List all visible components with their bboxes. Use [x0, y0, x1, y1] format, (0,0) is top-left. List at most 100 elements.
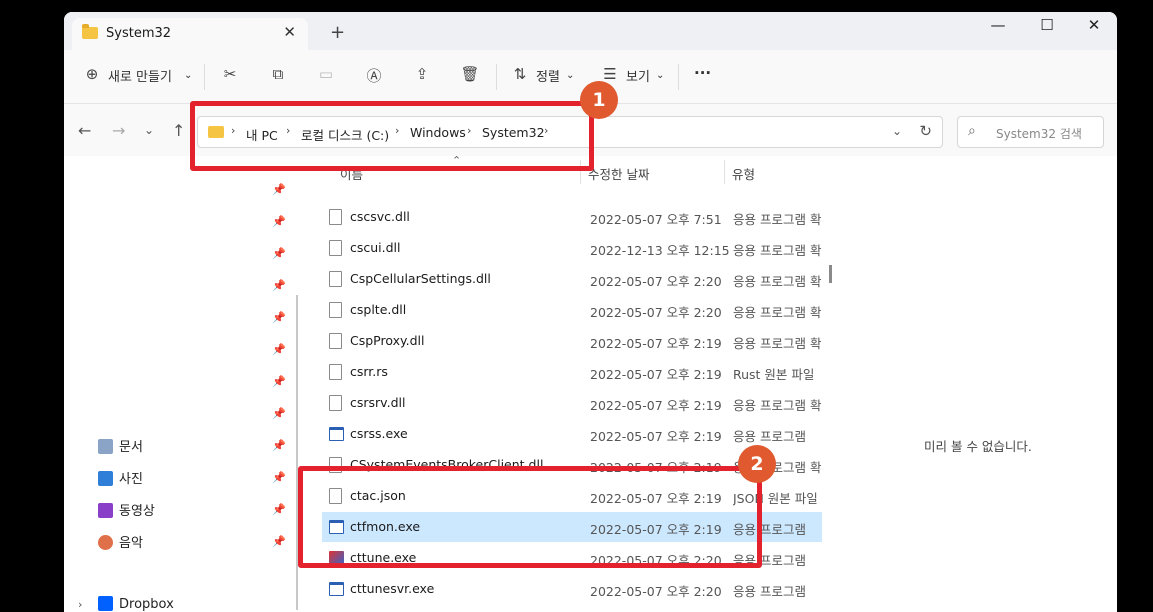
- pin-icon[interactable]: 📌: [272, 247, 286, 260]
- navigation-pane: 📌 📌 📌 📌 📌 📌 📌 📌 📌 📌 📌 📌 문서 사진 동영상 음악 › D…: [64, 156, 298, 612]
- file-row[interactable]: cttunesvr.exe 2022-05-07 오후 2:20 응용 프로그램: [322, 574, 822, 604]
- column-type[interactable]: 유형: [732, 164, 755, 183]
- column-date[interactable]: 수정한 날짜: [588, 164, 649, 183]
- pin-icon[interactable]: 📌: [272, 407, 286, 420]
- file-row[interactable]: csrr.rs 2022-05-07 오후 2:19 Rust 원본 파일: [322, 357, 822, 387]
- sidebar-item-label: 사진: [119, 472, 143, 487]
- copy-icon[interactable]: ⧉: [268, 65, 288, 85]
- file-row[interactable]: csrsrv.dll 2022-05-07 오후 2:19 응용 프로그램 확: [322, 388, 822, 418]
- file-type: 응용 프로그램 확: [733, 305, 822, 320]
- file-row[interactable]: CspProxy.dll 2022-05-07 오후 2:19 응용 프로그램 확: [322, 326, 822, 356]
- file-date: 2022-12-13 오후 12:15: [590, 243, 730, 258]
- chevron-down-icon[interactable]: ⌄: [566, 70, 574, 81]
- folder-icon: [82, 24, 98, 39]
- pin-icon[interactable]: 📌: [272, 503, 286, 516]
- sidebar-item-pictures[interactable]: 사진: [98, 468, 143, 487]
- tab-system32[interactable]: System32 ✕: [72, 18, 308, 50]
- file-row[interactable]: CspCellularSettings.dll 2022-05-07 오후 2:2…: [322, 264, 822, 294]
- file-list-scrollbar[interactable]: [829, 265, 832, 283]
- step-badge-2: 2: [738, 445, 776, 483]
- dll-file-icon: [329, 395, 342, 411]
- sidebar-item-dropbox[interactable]: Dropbox: [98, 596, 174, 612]
- sidebar-item-label: 문서: [119, 440, 143, 455]
- preview-empty-message: 미리 볼 수 없습니다.: [924, 439, 1032, 454]
- file-name: cscsvc.dll: [350, 209, 410, 224]
- back-arrow-icon[interactable]: ←: [78, 121, 91, 140]
- file-type: 응용 프로그램 확: [733, 243, 822, 258]
- file-date: 2022-05-07 오후 2:19: [590, 367, 722, 382]
- search-icon: ⌕: [968, 123, 976, 139]
- column-divider[interactable]: [724, 160, 725, 184]
- file-type: Rust 원본 파일: [733, 367, 815, 382]
- file-name: csrsrv.dll: [350, 395, 406, 410]
- dll-file-icon: [329, 240, 342, 256]
- expand-chevron-icon[interactable]: ›: [78, 598, 82, 611]
- file-date: 2022-05-07 오후 2:19: [590, 336, 722, 351]
- sidebar-item-label: Dropbox: [119, 597, 174, 612]
- file-name: cscui.dll: [350, 240, 401, 255]
- highlight-box-files: [298, 466, 762, 568]
- search-box[interactable]: ⌕ System32 검색: [957, 116, 1104, 148]
- plus-circle-icon: ⊕: [85, 65, 99, 83]
- pin-icon[interactable]: 📌: [272, 183, 286, 196]
- new-button[interactable]: 새로 만들기: [108, 66, 172, 85]
- pin-icon[interactable]: 📌: [272, 535, 286, 548]
- pin-icon[interactable]: 📌: [272, 375, 286, 388]
- file-type: 응용 프로그램 확: [733, 274, 822, 289]
- pin-icon[interactable]: 📌: [272, 343, 286, 356]
- chevron-down-icon[interactable]: ⌄: [892, 124, 902, 138]
- delete-icon[interactable]: 🗑: [460, 65, 480, 85]
- refresh-icon[interactable]: ↻: [919, 122, 932, 140]
- file-name: csplte.dll: [350, 302, 407, 317]
- sidebar-item-videos[interactable]: 동영상: [98, 500, 155, 519]
- chevron-down-icon[interactable]: ⌄: [184, 70, 192, 81]
- file-type: 응용 프로그램 확: [733, 336, 822, 351]
- minimize-button[interactable]: —: [983, 16, 1013, 34]
- paste-icon[interactable]: ▭: [316, 65, 336, 85]
- file-date: 2022-05-07 오후 7:51: [590, 212, 722, 227]
- view-button[interactable]: 보기: [626, 66, 650, 85]
- file-type: 응용 프로그램 확: [733, 212, 822, 227]
- sort-icon: ⇅: [513, 65, 527, 83]
- close-button[interactable]: ✕: [1079, 16, 1109, 34]
- divider: [678, 64, 679, 90]
- step-badge-1: 1: [580, 81, 618, 119]
- video-icon: [98, 503, 113, 518]
- file-row[interactable]: cscui.dll 2022-12-13 오후 12:15 응용 프로그램 확: [322, 233, 822, 263]
- file-row[interactable]: csplte.dll 2022-05-07 오후 2:20 응용 프로그램 확: [322, 295, 822, 325]
- maximize-button[interactable]: ☐: [1032, 16, 1062, 34]
- file-date: 2022-05-07 오후 2:19: [590, 398, 722, 413]
- highlight-box-address: [190, 101, 594, 171]
- pin-icon[interactable]: 📌: [272, 279, 286, 292]
- file-type: 응용 프로그램: [733, 429, 806, 444]
- exe-file-icon: [329, 427, 344, 441]
- more-options-button[interactable]: ···: [694, 64, 711, 82]
- file-row[interactable]: cscsvc.dll 2022-05-07 오후 7:51 응용 프로그램 확: [322, 202, 822, 232]
- file-row[interactable]: csrss.exe 2022-05-07 오후 2:19 응용 프로그램: [322, 419, 822, 449]
- sidebar-item-music[interactable]: 음악: [98, 532, 143, 551]
- dll-file-icon: [329, 333, 342, 349]
- share-icon[interactable]: ⇪: [412, 65, 432, 85]
- pin-icon[interactable]: 📌: [272, 215, 286, 228]
- up-arrow-icon[interactable]: ↑: [172, 121, 185, 140]
- divider: [204, 64, 205, 90]
- sidebar-item-documents[interactable]: 문서: [98, 436, 143, 455]
- pin-icon[interactable]: 📌: [272, 311, 286, 324]
- rename-icon[interactable]: Ⓐ: [364, 65, 384, 85]
- forward-arrow-icon[interactable]: →: [112, 121, 125, 140]
- document-icon: [98, 439, 113, 454]
- file-name: csrr.rs: [350, 364, 388, 379]
- pin-icon[interactable]: 📌: [272, 439, 286, 452]
- pin-icon[interactable]: 📌: [272, 471, 286, 484]
- tab-title: System32: [106, 26, 172, 41]
- cut-icon[interactable]: ✂: [220, 65, 240, 85]
- recent-chevron-icon[interactable]: ⌄: [144, 123, 154, 137]
- tab-close-icon[interactable]: ✕: [283, 23, 296, 41]
- new-tab-button[interactable]: +: [330, 22, 345, 43]
- file-name: CspProxy.dll: [350, 333, 425, 348]
- file-type: 응용 프로그램: [733, 584, 806, 599]
- file-date: 2022-05-07 오후 2:20: [590, 305, 722, 320]
- sort-button[interactable]: 정렬: [536, 66, 560, 85]
- chevron-down-icon[interactable]: ⌄: [656, 70, 664, 81]
- exe-file-icon: [329, 582, 344, 596]
